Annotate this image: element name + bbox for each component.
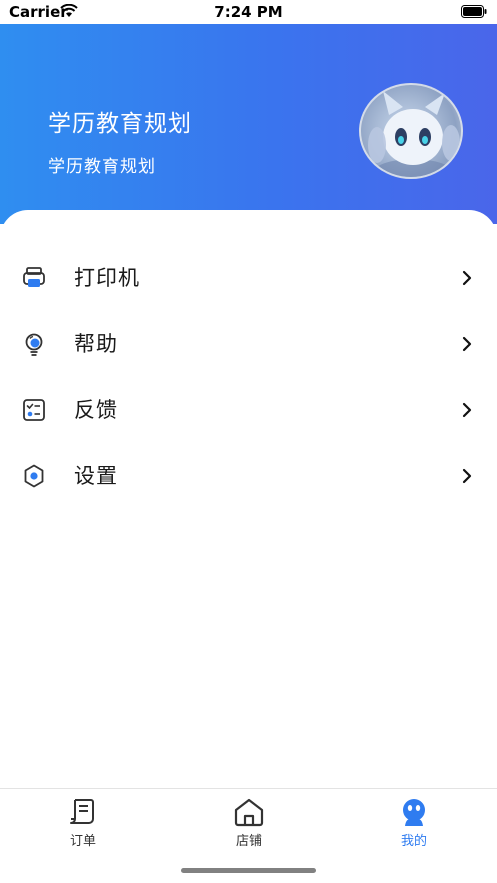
battery-icon [461,5,487,18]
menu-item-help[interactable]: 帮助 [0,316,497,372]
menu-item-feedback[interactable]: 反馈 [0,382,497,438]
chevron-right-icon [462,402,472,418]
profile-subtitle: 学历教育规划 [48,157,156,177]
profile-title: 学历教育规划 [48,111,192,137]
profile-icon [403,799,425,826]
lightbulb-icon [25,333,43,356]
menu-item-label: 反馈 [74,398,118,422]
tab-store[interactable]: 店铺 [166,789,332,859]
store-icon [234,798,264,827]
status-bar: Carrier 7:24 PM [0,0,497,24]
tab-label: 我的 [400,834,427,849]
menu-item-settings[interactable]: 设置 [0,448,497,504]
chevron-right-icon [462,270,472,286]
checklist-icon [23,399,45,421]
avatar[interactable] [359,83,463,179]
tab-profile[interactable]: 我的 [331,789,497,859]
tab-orders[interactable]: 订单 [0,789,166,859]
printer-icon [23,267,45,287]
menu-item-label: 打印机 [74,266,140,290]
avatar-image [368,91,460,177]
menu-item-label: 帮助 [74,332,118,356]
clock: 7:24 PM [214,3,283,21]
menu-item-label: 设置 [74,464,118,488]
chevron-right-icon [462,336,472,352]
menu-card: 打印机 帮助 反馈 设置 [0,210,497,788]
home-indicator [181,868,316,873]
profile-header: 学历教育规划 学历教育规划 [0,24,497,224]
chevron-right-icon [462,468,472,484]
menu-item-printer[interactable]: 打印机 [0,250,497,306]
tab-label: 订单 [69,834,96,849]
tab-label: 店铺 [235,834,262,849]
gear-icon [24,464,44,488]
order-icon [70,799,94,824]
